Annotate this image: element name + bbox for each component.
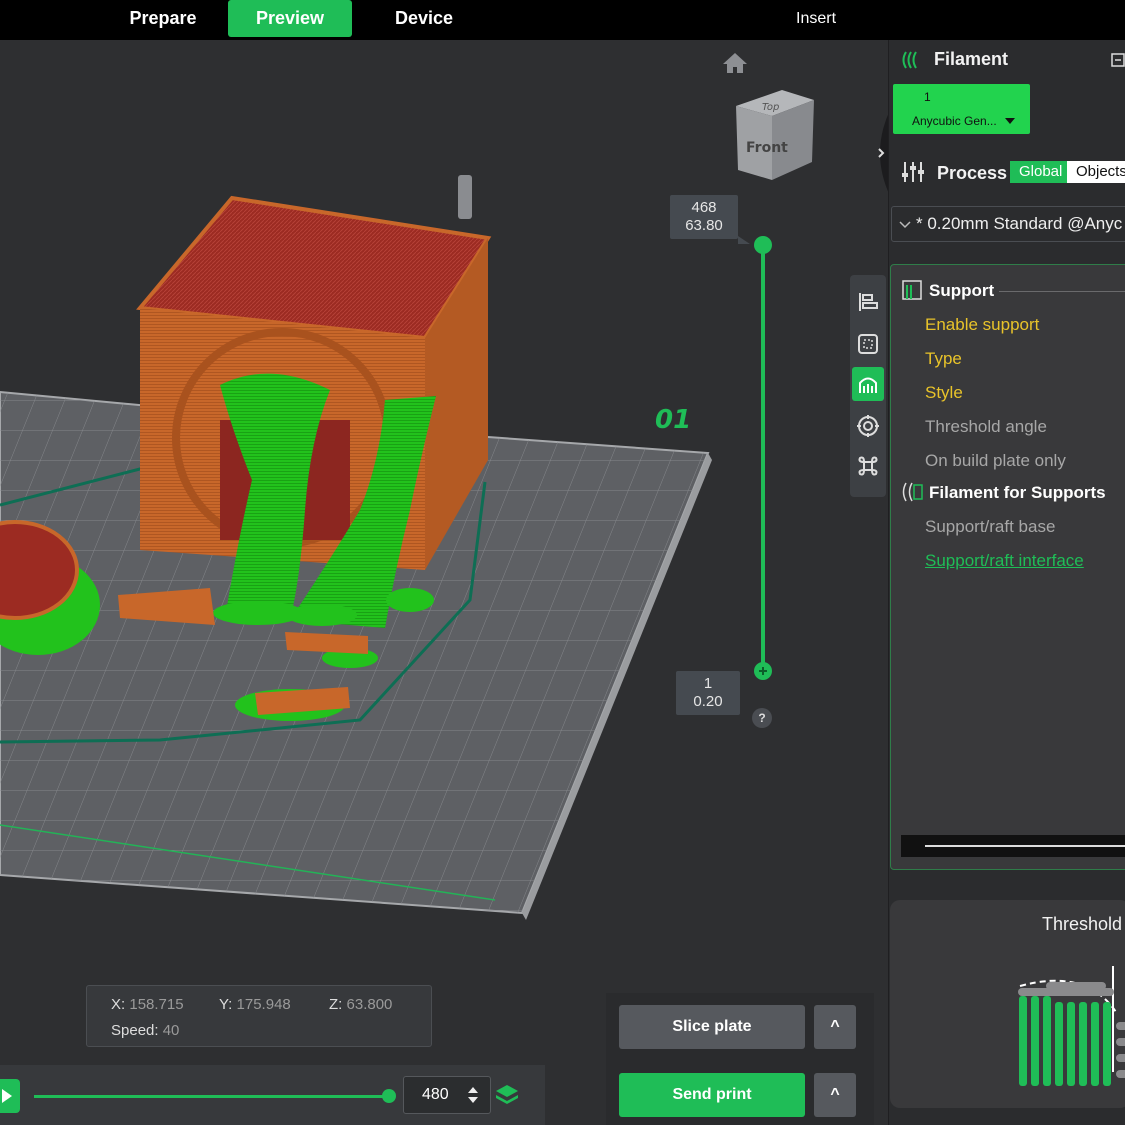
type-option[interactable]: Type xyxy=(925,349,962,369)
filament-slot-name: Anycubic Gen... xyxy=(912,114,997,128)
view-cube[interactable]: Top Front xyxy=(732,86,820,184)
settings-scrollbar-track[interactable] xyxy=(901,835,1125,857)
move-value: 480 xyxy=(422,1086,449,1103)
bounding-box-icon[interactable] xyxy=(852,327,884,361)
move-slider-handle[interactable] xyxy=(382,1089,396,1103)
process-preset-label: * 0.20mm Standard @Anyc xyxy=(916,214,1123,233)
cube-model xyxy=(136,175,492,570)
x-label: X: xyxy=(111,996,126,1013)
send-options-button[interactable]: ^ xyxy=(814,1073,856,1117)
svg-text:Front: Front xyxy=(746,140,788,156)
filament-title: Filament xyxy=(934,49,1009,69)
tab-preview[interactable]: Preview xyxy=(228,0,352,37)
settings-panel: Filament 1 Anycubic Gen... Process Globa… xyxy=(888,40,1125,1125)
home-icon[interactable] xyxy=(722,52,748,74)
plate-number: 01 xyxy=(655,405,691,435)
slice-panel: Slice plate ^ Send print ^ xyxy=(606,993,874,1125)
process-preset-select[interactable]: * 0.20mm Standard @Anyc xyxy=(891,206,1125,242)
threshold-preview: Threshold xyxy=(890,900,1125,1108)
speed-label: Speed: xyxy=(111,1022,159,1039)
filament-supports-title: Filament for Supports xyxy=(929,483,1106,502)
section-divider xyxy=(999,291,1125,292)
support-paint-icon[interactable] xyxy=(852,367,884,401)
play-icon xyxy=(2,1089,12,1103)
layer-top-label: 468 63.80 xyxy=(670,195,738,239)
support-settings: Support Enable support Type Style Thresh… xyxy=(890,264,1125,870)
command-icon[interactable] xyxy=(852,449,884,483)
play-button[interactable] xyxy=(0,1079,20,1113)
layers-icon[interactable] xyxy=(852,285,884,319)
insert-menu[interactable]: Insert xyxy=(796,0,836,37)
threshold-illustration xyxy=(1018,966,1125,1086)
chevron-down-icon xyxy=(899,221,911,229)
threshold-preview-title: Threshold xyxy=(1042,914,1123,934)
layers-stack-icon[interactable] xyxy=(494,1083,520,1109)
move-spinbox[interactable]: 480 xyxy=(403,1076,491,1114)
move-slider-track[interactable] xyxy=(34,1095,390,1098)
coordinate-readout: X: 158.715 Y: 175.948 Z: 63.800 Speed: 4… xyxy=(86,985,432,1047)
process-objects-toggle[interactable]: Objects xyxy=(1067,161,1125,183)
layer-slider[interactable] xyxy=(734,228,774,688)
enable-support-option[interactable]: Enable support xyxy=(925,315,1039,335)
y-label: Y: xyxy=(219,996,233,1013)
chevron-down-icon xyxy=(1005,118,1015,124)
support-raft-interface-option[interactable]: Support/raft interface xyxy=(925,551,1084,571)
threshold-angle-option[interactable]: Threshold angle xyxy=(925,417,1047,437)
z-value: 63.800 xyxy=(346,996,393,1013)
layer-bottom-label: 1 0.20 xyxy=(676,671,740,715)
slice-plate-button[interactable]: Slice plate xyxy=(619,1005,805,1049)
filament-settings-icon[interactable] xyxy=(1111,52,1125,68)
spin-arrows-icon[interactable] xyxy=(466,1085,480,1105)
process-global-toggle[interactable]: Global xyxy=(1010,161,1072,183)
tab-device[interactable]: Device xyxy=(372,0,476,37)
tab-prepare[interactable]: Prepare xyxy=(110,0,216,37)
z-label: Z: xyxy=(329,996,343,1013)
send-print-button[interactable]: Send print xyxy=(619,1073,805,1117)
3d-viewport[interactable]: 01 Top Front 468 63.80 1 0.20 ? xyxy=(0,40,888,1125)
layer-top-handle xyxy=(754,236,772,254)
build-plate-only-option[interactable]: On build plate only xyxy=(925,451,1066,471)
process-title: Process xyxy=(937,163,1008,183)
svg-text:Top: Top xyxy=(762,102,779,113)
view-toolbar xyxy=(850,275,886,497)
filament-slot-1[interactable]: 1 Anycubic Gen... xyxy=(893,84,1030,134)
help-icon[interactable]: ? xyxy=(752,708,772,728)
style-option[interactable]: Style xyxy=(925,383,963,403)
settings-scrollbar-thumb[interactable] xyxy=(925,845,1125,847)
y-value: 175.948 xyxy=(236,996,291,1013)
filament-icon xyxy=(902,51,917,69)
process-sliders-icon xyxy=(902,162,924,182)
filament-supports-icon xyxy=(902,482,923,502)
support-title: Support xyxy=(929,281,995,300)
slice-options-button[interactable]: ^ xyxy=(814,1005,856,1049)
speed-value: 40 xyxy=(162,1022,180,1039)
x-value: 158.715 xyxy=(129,996,184,1013)
collapse-panel-icon[interactable] xyxy=(870,110,890,196)
support-raft-base-option[interactable]: Support/raft base xyxy=(925,517,1055,537)
top-bar: Prepare Preview Device Insert xyxy=(0,0,1125,40)
seam-icon[interactable] xyxy=(852,409,884,443)
filament-slot-number: 1 xyxy=(924,90,931,104)
playback-bar: 480 xyxy=(0,1065,545,1125)
support-section-icon xyxy=(902,280,922,300)
